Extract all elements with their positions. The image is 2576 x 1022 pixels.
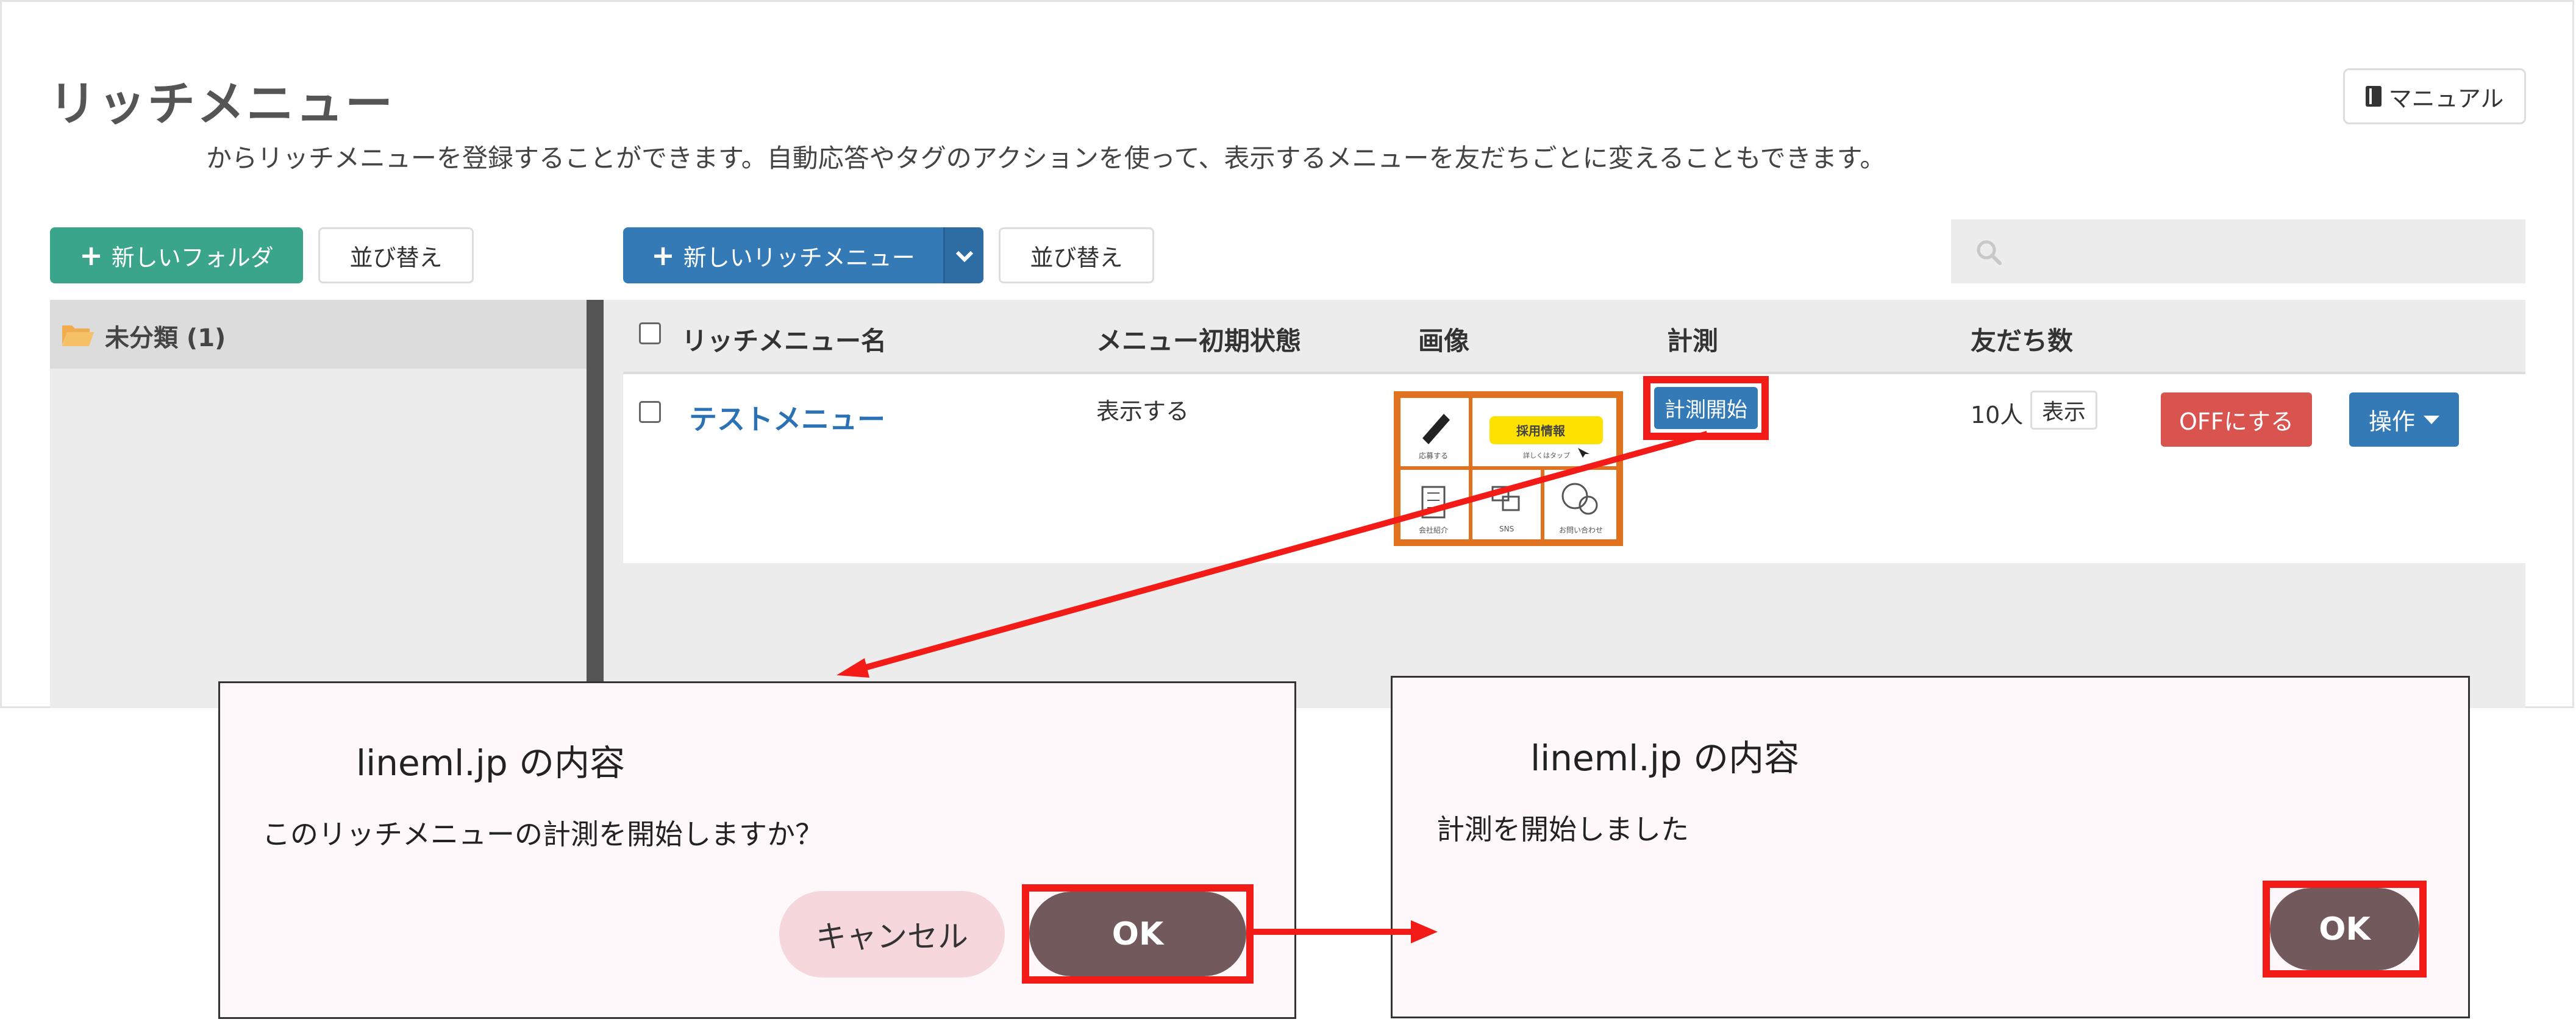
annotation-arrows <box>837 431 1708 943</box>
arrow-head <box>837 658 869 678</box>
arrow-measure-to-dialog <box>858 431 1708 672</box>
arrow-head <box>1411 920 1438 943</box>
